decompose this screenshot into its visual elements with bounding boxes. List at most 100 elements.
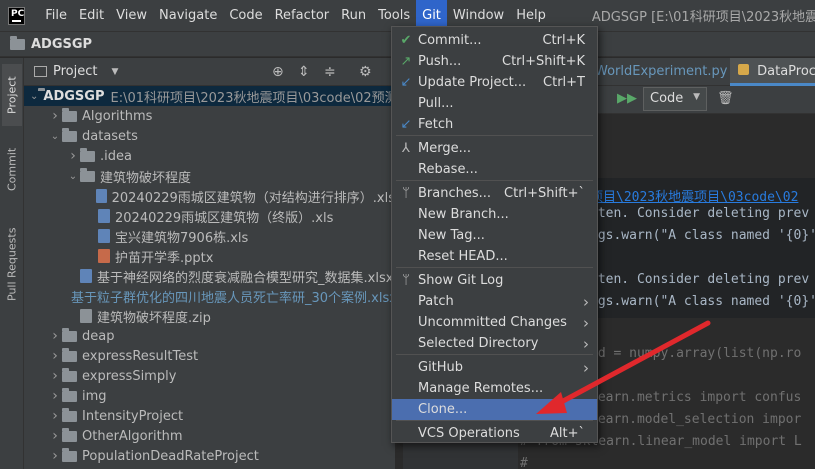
zip-file-icon	[80, 309, 92, 323]
run-all-icon[interactable]: ▶▶	[617, 91, 637, 106]
chevron-right-icon[interactable]: ›	[48, 448, 62, 464]
git-menu-item-manage-remotes[interactable]: Manage Remotes...	[392, 378, 597, 399]
tree-file[interactable]: 建筑物破坏程度.zip	[24, 306, 395, 326]
menu-file[interactable]: File	[39, 0, 73, 31]
pycharm-logo-icon: PC	[8, 6, 26, 25]
menu-view[interactable]: View	[110, 0, 153, 31]
tree-folder[interactable]: ⌄ ADGSGP E:\01科研项目\2023秋地震项目\03code\02预测建	[24, 86, 411, 106]
git-menu-item-show-git-log[interactable]: ᛘ Show Git Log	[392, 270, 597, 291]
folder-icon	[62, 347, 77, 362]
tree-item-label: datasets	[82, 128, 138, 144]
expand-all-icon[interactable]: ⇕	[298, 64, 310, 80]
git-menu-item-github[interactable]: GitHub ›	[392, 357, 597, 378]
menu-refactor[interactable]: Refactor	[269, 0, 336, 31]
git-menu-item-commit[interactable]: ✔ Commit... Ctrl+K	[392, 30, 597, 51]
gear-icon[interactable]: ⚙	[359, 64, 372, 80]
tree-folder[interactable]: › expressResultTest	[24, 346, 395, 366]
output-line: ngs.warn("A class named '{0}'	[590, 228, 815, 243]
tree-file[interactable]: 20240229雨城区建筑物（对结构进行排序）.xls	[24, 186, 395, 206]
tree-folder[interactable]: › deap	[24, 326, 395, 346]
git-menu-item-pull[interactable]: Pull...	[392, 93, 597, 114]
tree-folder[interactable]: › IntensityProject	[24, 406, 395, 426]
folder-icon	[62, 447, 77, 462]
chevron-right-icon[interactable]: ›	[48, 368, 62, 384]
locate-icon[interactable]: ⊕	[272, 64, 284, 80]
git-menu-item-clone[interactable]: Clone...	[392, 399, 597, 420]
tree-folder[interactable]: › PopulationDeadRateProject	[24, 446, 395, 466]
excel-file-icon	[80, 269, 92, 283]
tree-item-label: IntensityProject	[82, 408, 184, 424]
git-menu-item-uncommitted-changes[interactable]: Uncommitted Changes ›	[392, 312, 597, 333]
python-file-icon	[738, 64, 749, 75]
output-path-link[interactable]: 项目\2023秋地震项目\03code\02	[590, 186, 798, 205]
code-line: learn.metrics import confus	[590, 390, 802, 405]
chevron-right-icon[interactable]: ›	[48, 328, 62, 344]
git-menu-item-push[interactable]: ↗ Push... Ctrl+Shift+K	[392, 51, 597, 72]
menu-separator	[396, 267, 593, 268]
delete-cell-icon[interactable]: 🗑	[717, 91, 734, 106]
menu-edit[interactable]: Edit	[73, 0, 110, 31]
menu-item-label: Selected Directory	[418, 336, 539, 351]
chevron-right-icon[interactable]: ›	[66, 148, 80, 164]
git-menu-item-merge[interactable]: ⅄ Merge...	[392, 138, 597, 159]
chevron-right-icon[interactable]: ›	[48, 348, 62, 364]
git-menu-item-rebase[interactable]: Rebase...	[392, 159, 597, 180]
chevron-right-icon[interactable]: ›	[48, 428, 62, 444]
git-menu-item-branches[interactable]: ᛘ Branches... Ctrl+Shift+`	[392, 183, 597, 204]
folder-icon	[62, 327, 77, 342]
menu-code[interactable]: Code	[223, 0, 268, 31]
menu-item-shortcut: Ctrl+K	[542, 33, 585, 48]
menu-item-label: Update Project...	[418, 75, 527, 90]
git-menu-item-new-branch[interactable]: New Branch...	[392, 204, 597, 225]
menu-item-label: Branches...	[418, 186, 492, 201]
tree-item-label: img	[82, 388, 107, 404]
tool-tab-project[interactable]: Project	[2, 64, 22, 126]
git-menu-item-new-tag[interactable]: New Tag...	[392, 225, 597, 246]
git-dropdown-menu: ✔ Commit... Ctrl+K ↗ Push... Ctrl+Shift+K ↙ Upd…	[391, 26, 598, 443]
tree-item-label: expressSimply	[82, 368, 177, 384]
chevron-right-icon[interactable]: ›	[48, 408, 62, 424]
tree-file[interactable]: 基于神经网络的烈度衰减融合模型研究_数据集.xlsx	[24, 266, 395, 286]
menu-item-label: Rebase...	[418, 162, 478, 177]
tool-tab-commit[interactable]: Commit	[2, 138, 22, 200]
tree-folder[interactable]: › expressSimply	[24, 366, 395, 386]
git-menu-item-update-project[interactable]: ↙ Update Project... Ctrl+T	[392, 72, 597, 93]
tree-folder[interactable]: ⌄ datasets	[24, 126, 395, 146]
chevron-down-icon[interactable]: ⌄	[48, 131, 62, 142]
menu-navigate[interactable]: Navigate	[153, 0, 223, 31]
tree-item-label: Algorithms	[82, 108, 153, 124]
git-menu-item-reset-head[interactable]: Reset HEAD...	[392, 246, 597, 267]
tree-file[interactable]: 护苗开学季.pptx	[24, 246, 395, 266]
tree-folder[interactable]: › img	[24, 386, 395, 406]
tree-folder[interactable]: › .idea	[24, 146, 395, 166]
tree-folder[interactable]: › OtherAlgorithm	[24, 426, 395, 446]
breadcrumb-project[interactable]: ADGSGP	[31, 37, 92, 52]
tree-folder[interactable]: › Algorithms	[24, 106, 395, 126]
project-view-label[interactable]: Project	[53, 64, 97, 79]
folder-icon	[80, 167, 95, 182]
editor-tab-active[interactable]: DataProce	[730, 58, 815, 86]
update-arrow-icon: ↙	[400, 75, 412, 90]
git-menu-item-selected-directory[interactable]: Selected Directory ›	[392, 333, 597, 354]
chevron-down-icon[interactable]: ⌄	[66, 171, 80, 182]
menu-item-label: Show Git Log	[418, 273, 504, 288]
git-menu-item-patch[interactable]: Patch ›	[392, 291, 597, 312]
editor-tab[interactable]: WorldExperiment.py	[595, 64, 727, 79]
tree-file[interactable]: 20240229雨城区建筑物（终版）.xls	[24, 206, 395, 226]
tree-folder[interactable]: ⌄ 建筑物破坏程度	[24, 166, 395, 186]
chevron-down-icon[interactable]: ▼	[111, 67, 118, 77]
chevron-right-icon[interactable]: ›	[48, 388, 62, 404]
tree-file[interactable]: 宝兴建筑物7906栋.xls	[24, 226, 395, 246]
menu-item-label: Patch	[418, 294, 454, 309]
folder-icon	[62, 127, 77, 142]
git-menu-item-fetch[interactable]: ↙ Fetch	[392, 114, 597, 135]
chevron-right-icon[interactable]: ›	[48, 108, 62, 124]
tool-tab-pull-requests[interactable]: Pull Requests	[2, 216, 22, 312]
cell-type-select[interactable]: Code ▼	[643, 87, 707, 111]
menu-item-label: Clone...	[418, 402, 468, 417]
menu-run[interactable]: Run	[335, 0, 372, 31]
git-menu-item-vcs-operations[interactable]: VCS Operations Alt+`	[392, 423, 597, 444]
collapse-all-icon[interactable]: ≑	[324, 64, 336, 80]
tree-file[interactable]: 基于粒子群优化的四川地震人员死亡率研_30个案例.xlsx	[24, 286, 397, 306]
chevron-down-icon[interactable]: ⌄	[30, 91, 38, 102]
